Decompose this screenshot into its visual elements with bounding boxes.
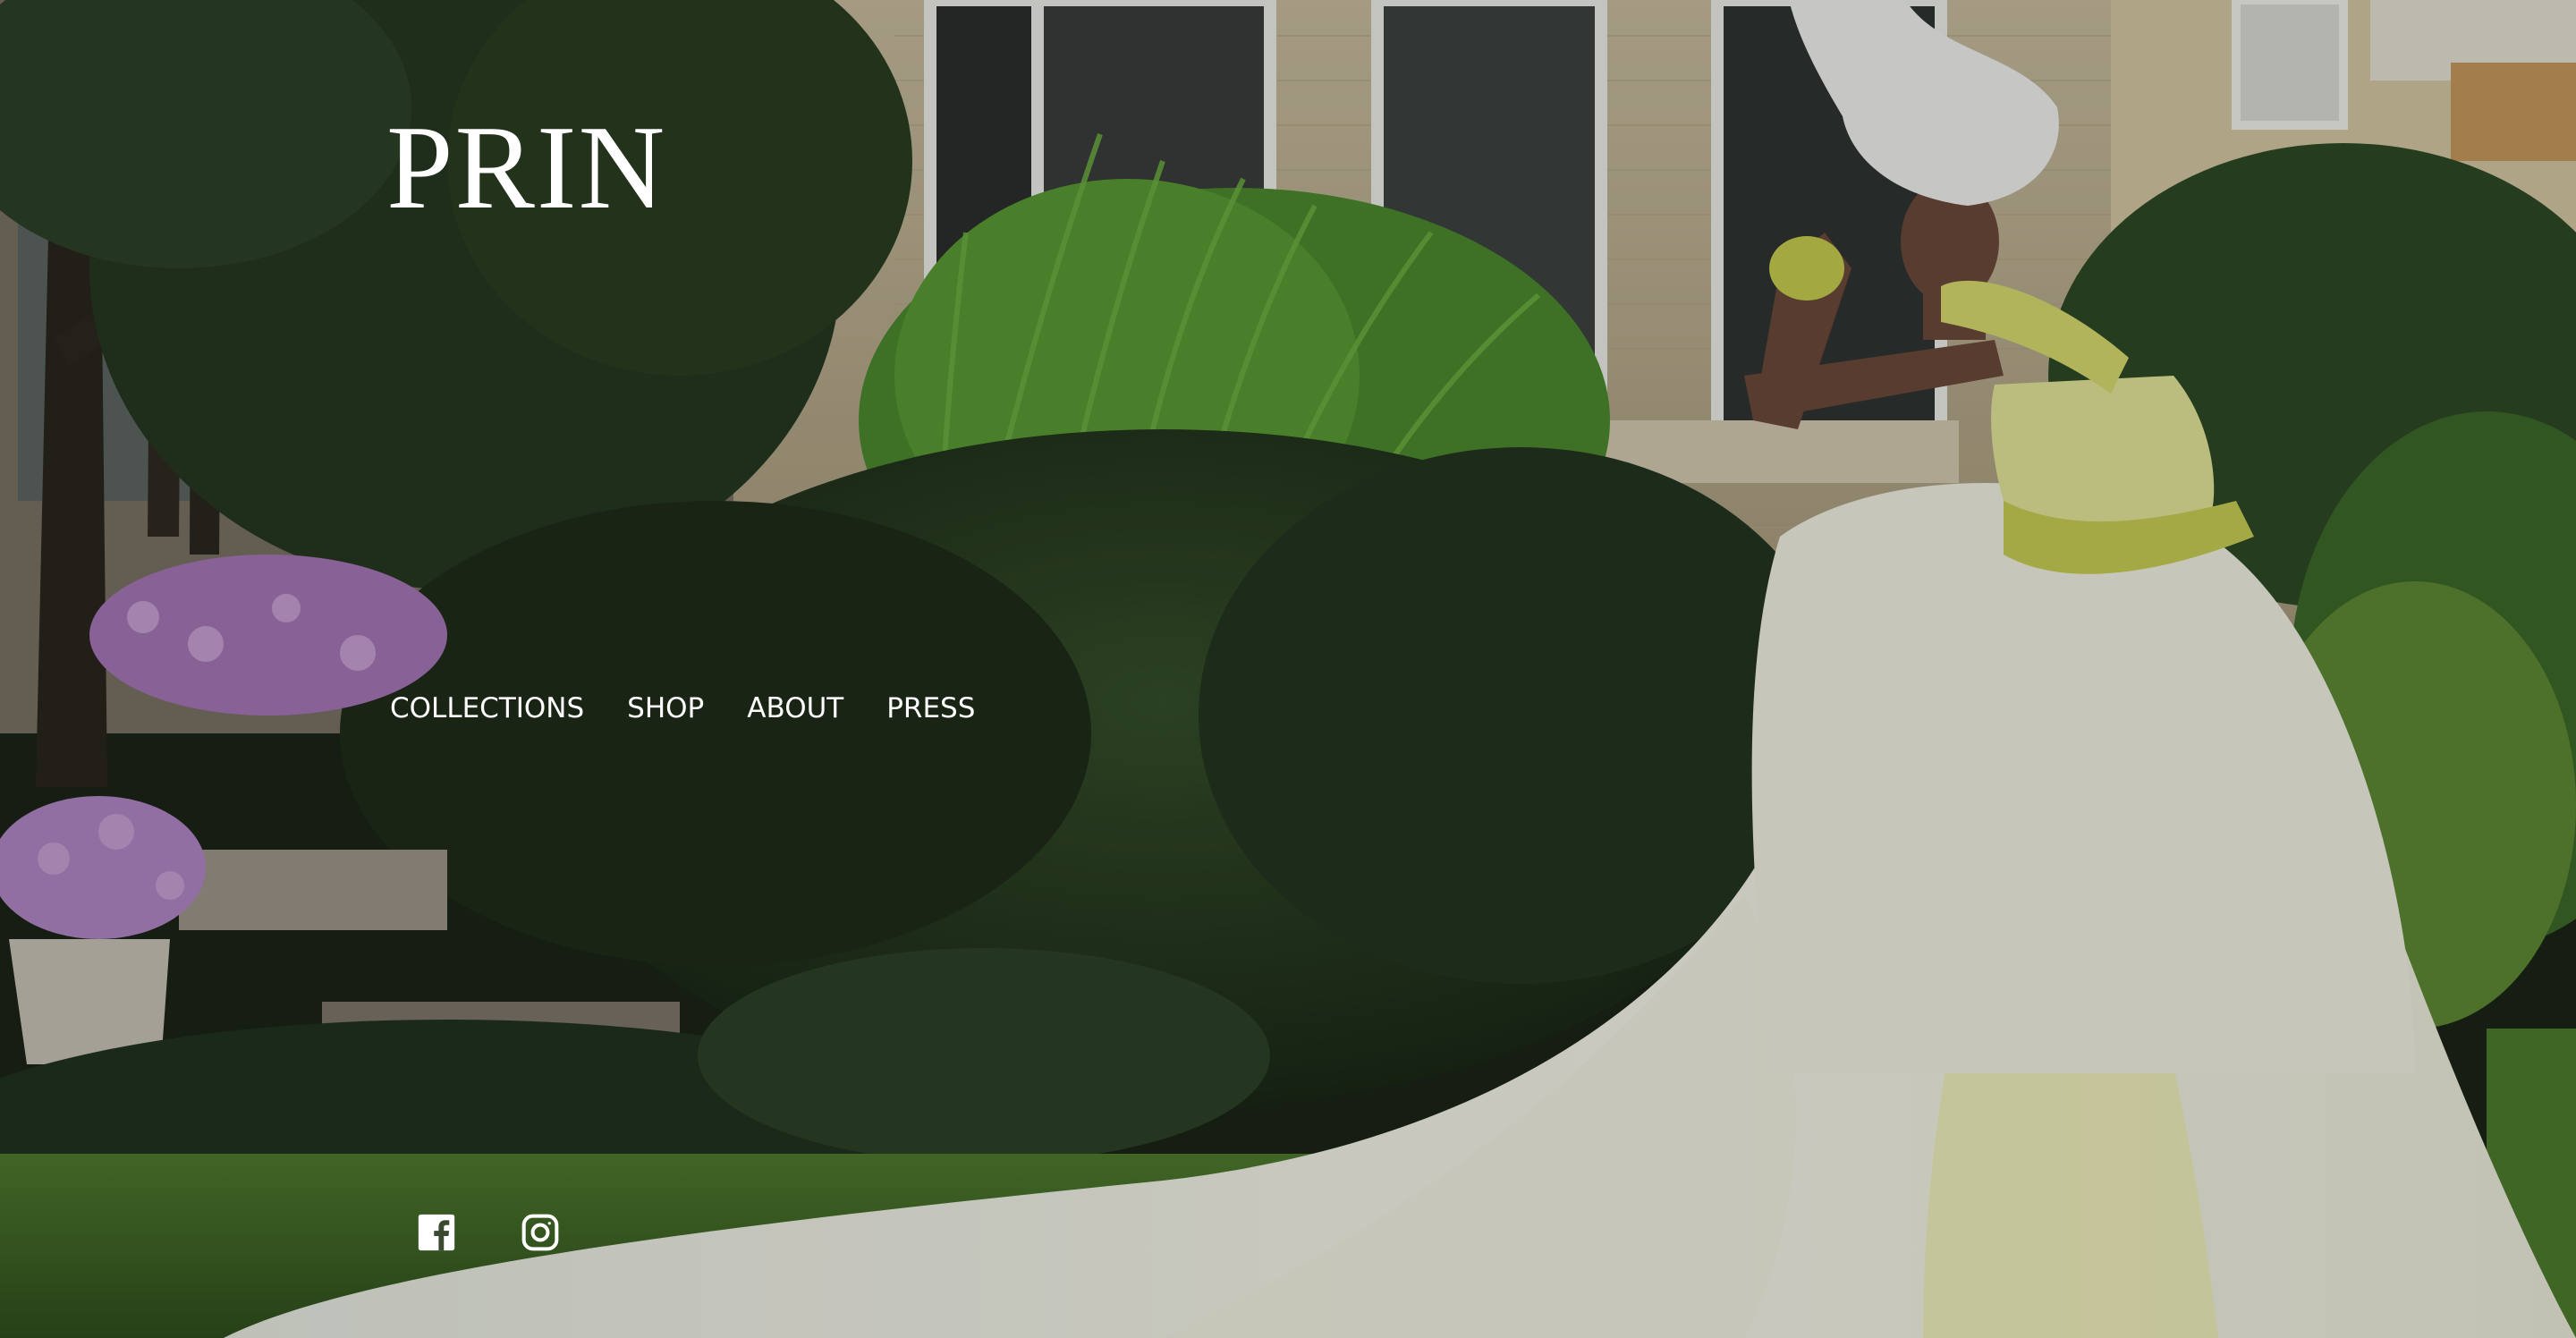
facebook-icon <box>418 1214 455 1251</box>
nav-item-collections[interactable]: COLLECTIONS <box>390 689 584 728</box>
nav-item-about[interactable]: ABOUT <box>747 689 843 728</box>
instagram-link[interactable] <box>521 1213 560 1252</box>
main-navigation: COLLECTIONS SHOP ABOUT PRESS <box>390 689 975 728</box>
site-logo[interactable]: PRIN <box>386 107 666 227</box>
nav-item-press[interactable]: PRESS <box>886 689 975 728</box>
facebook-link[interactable] <box>417 1213 456 1252</box>
hero-section: PRIN COLLECTIONS SHOP ABOUT PRESS <box>0 0 2576 1338</box>
nav-item-shop[interactable]: SHOP <box>627 689 704 728</box>
social-links <box>417 1213 560 1252</box>
instagram-icon <box>521 1214 559 1251</box>
